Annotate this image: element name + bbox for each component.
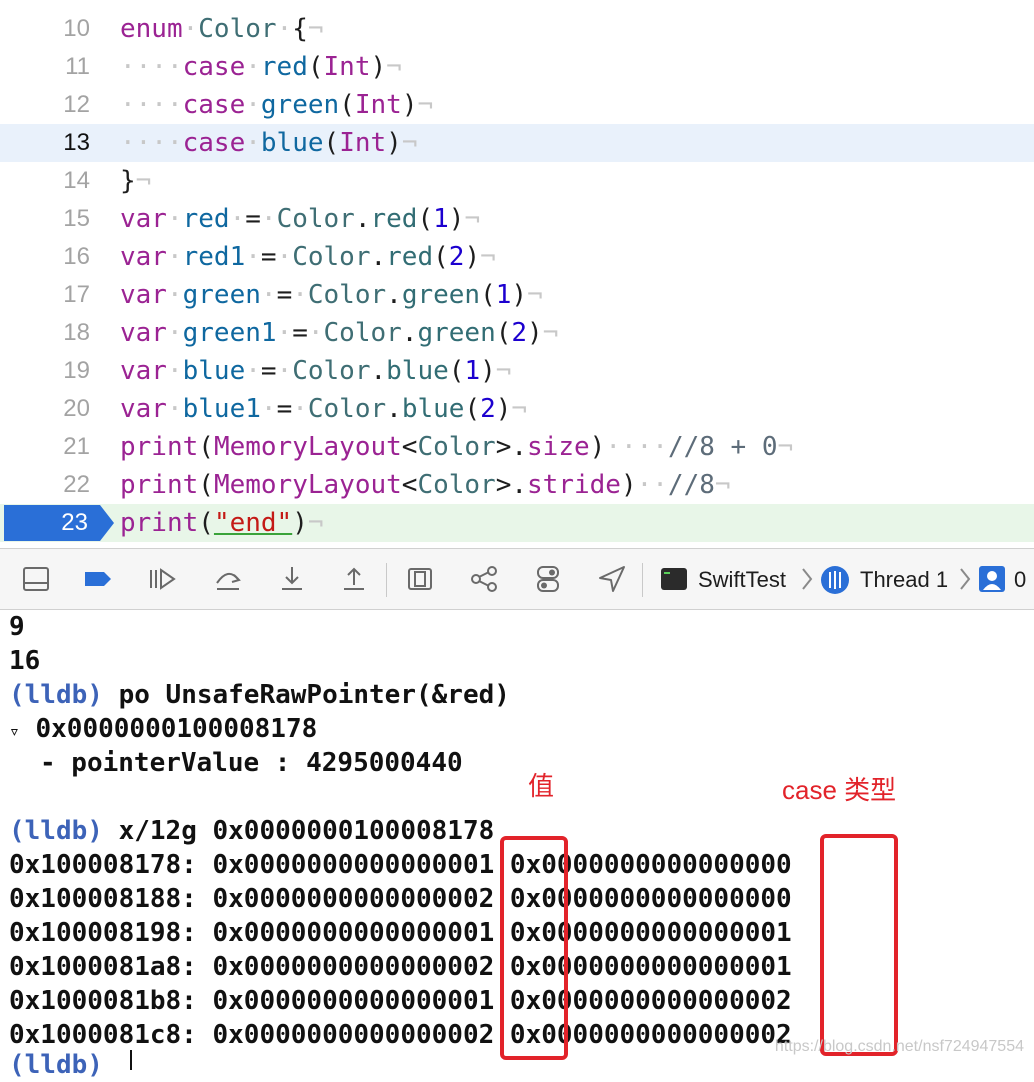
line-number: 13	[63, 129, 90, 156]
code-text: ····case·blue(Int)¬	[120, 128, 418, 158]
thread-icon	[821, 566, 849, 594]
line-number: 21	[63, 433, 90, 460]
line-number: 19	[63, 357, 90, 384]
console-command-line: (lldb) x/12g 0x0000000100008178	[9, 814, 494, 848]
breadcrumb-target[interactable]: SwiftTest	[698, 549, 786, 611]
location-icon[interactable]	[596, 563, 628, 595]
line-number: 11	[65, 53, 90, 80]
step-out-icon[interactable]	[338, 563, 370, 595]
code-line-current[interactable]: 13 ····case·blue(Int)¬	[0, 124, 1034, 162]
value-highlight-box	[500, 836, 568, 1060]
memory-row: 0x100008188: 0x0000000000000002 0x000000…	[9, 884, 792, 914]
console-result-line: - pointerValue : 4295000440	[40, 748, 463, 778]
disclosure-triangle-icon: ▿	[9, 721, 20, 742]
line-number: 22	[63, 471, 90, 498]
code-text: print(MemoryLayout<Color>.stride)··//8¬	[120, 470, 731, 500]
breakpoint-line-number: 23	[61, 509, 88, 536]
code-line[interactable]: 18 var·green1·=·Color.green(2)¬	[0, 314, 1034, 352]
line-number: 14	[63, 167, 90, 194]
lldb-prompt: (lldb)	[9, 680, 103, 710]
watermark: https://blog.csdn.net/nsf724947554	[774, 1038, 1024, 1055]
value-annotation-label: 值	[528, 771, 555, 801]
lldb-command: x/12g 0x0000000100008178	[118, 816, 495, 846]
line-number: 17	[63, 281, 90, 308]
code-line[interactable]: 19 var·blue·=·Color.blue(1)¬	[0, 352, 1034, 390]
lldb-prompt: (lldb)	[9, 1050, 103, 1080]
code-text: ····case·red(Int)¬	[120, 52, 402, 82]
code-text: var·green1·=·Color.green(2)¬	[120, 318, 559, 348]
text-cursor	[130, 1050, 132, 1070]
code-line[interactable]: 15 var·red·=·Color.red(1)¬	[0, 200, 1034, 238]
case-type-highlight-box	[820, 834, 898, 1056]
user-frame-icon	[979, 566, 1005, 592]
breakpoint-marker[interactable]: 23	[4, 505, 114, 541]
panel-toggle-icon[interactable]	[20, 563, 52, 595]
breadcrumb-thread[interactable]: Thread 1	[860, 549, 948, 611]
environment-icon[interactable]	[532, 563, 564, 595]
code-line[interactable]: 22 print(MemoryLayout<Color>.stride)··//…	[0, 466, 1034, 504]
console-output-line: 16	[9, 646, 41, 676]
line-number: 20	[63, 395, 90, 422]
memory-row: 0x1000081b8: 0x0000000000000001 0x000000…	[9, 986, 792, 1016]
step-over-icon[interactable]	[212, 563, 244, 595]
code-line[interactable]: 20 var·blue1·=·Color.blue(2)¬	[0, 390, 1034, 428]
chevron-right-icon	[802, 568, 813, 590]
code-text: var·blue·=·Color.blue(1)¬	[120, 356, 512, 386]
code-text: print("end")¬	[120, 508, 324, 538]
code-line[interactable]: 21 print(MemoryLayout<Color>.size)····//…	[0, 428, 1034, 466]
code-text: var·green·=·Color.green(1)¬	[120, 280, 543, 310]
code-line[interactable]: 17 var·green·=·Color.green(1)¬	[0, 276, 1034, 314]
line-number: 12	[63, 91, 90, 118]
breadcrumb-frame[interactable]: 0	[1014, 549, 1026, 611]
case-type-annotation-label: case 类型	[782, 775, 897, 805]
lldb-command: po UnsafeRawPointer(&red)	[118, 680, 510, 710]
console-result-line: ▿ 0x0000000100008178	[9, 712, 317, 749]
memory-row: 0x1000081a8: 0x0000000000000002 0x000000…	[9, 952, 792, 982]
debug-toolbar: SwiftTest Thread 1 0	[0, 548, 1034, 610]
line-number: 15	[63, 205, 90, 232]
memory-graph-icon[interactable]	[468, 563, 500, 595]
code-line[interactable]: 14 }¬	[0, 162, 1034, 200]
line-number: 16	[63, 243, 90, 270]
toolbar-separator	[386, 563, 387, 597]
line-number: 18	[63, 319, 90, 346]
code-text: enum·Color·{¬	[120, 14, 324, 44]
terminal-app-icon	[661, 568, 687, 590]
step-into-icon[interactable]	[276, 563, 308, 595]
console-command-line: (lldb) po UnsafeRawPointer(&red)	[9, 678, 510, 712]
console-output-line: 9	[9, 612, 25, 642]
memory-row: 0x100008178: 0x0000000000000001 0x000000…	[9, 850, 792, 880]
code-text: var·red·=·Color.red(1)¬	[120, 204, 481, 234]
code-line[interactable]: 16 var·red1·=·Color.red(2)¬	[0, 238, 1034, 276]
code-line[interactable]: 12 ····case·green(Int)¬	[0, 86, 1034, 124]
code-text: ····case·green(Int)¬	[120, 90, 434, 120]
code-text: var·blue1·=·Color.blue(2)¬	[120, 394, 528, 424]
memory-row: 0x100008198: 0x0000000000000001 0x000000…	[9, 918, 792, 948]
code-line-breakpoint[interactable]: print("end")¬	[0, 504, 1034, 542]
code-text: }¬	[120, 166, 152, 196]
code-line[interactable]: 10 enum·Color·{¬	[0, 10, 1034, 48]
pointer-address: 0x0000000100008178	[35, 714, 318, 744]
continue-icon[interactable]	[146, 563, 178, 595]
toolbar-separator	[642, 563, 643, 597]
code-editor[interactable]: 10 enum·Color·{¬ 11 ····case·red(Int)¬ 1…	[0, 0, 1034, 548]
code-text: print(MemoryLayout<Color>.size)····//8 +…	[120, 432, 794, 462]
breakpoint-icon[interactable]	[82, 563, 114, 595]
code-line[interactable]: 11 ····case·red(Int)¬	[0, 48, 1034, 86]
line-number: 10	[63, 15, 90, 42]
view-hierarchy-icon[interactable]	[404, 563, 436, 595]
memory-row: 0x1000081c8: 0x0000000000000002 0x000000…	[9, 1020, 792, 1050]
lldb-prompt: (lldb)	[9, 816, 103, 846]
chevron-right-icon	[960, 568, 971, 590]
code-text: var·red1·=·Color.red(2)¬	[120, 242, 496, 272]
